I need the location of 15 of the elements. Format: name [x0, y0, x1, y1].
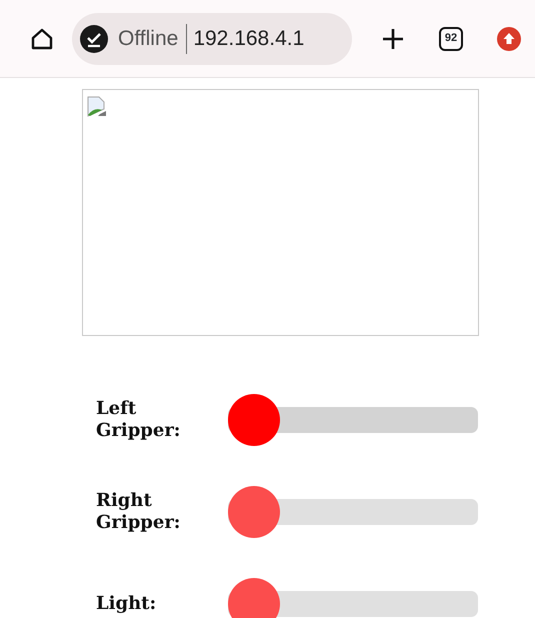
- upload-icon[interactable]: [497, 26, 521, 50]
- connection-status: Offline: [108, 24, 188, 54]
- slider-label: Light:: [96, 593, 158, 615]
- tab-count-button[interactable]: 92: [439, 26, 463, 50]
- slider-label: Left Gripper:: [96, 398, 182, 442]
- plus-icon[interactable]: [381, 26, 405, 50]
- address-bar[interactable]: Offline 192.168.4.1: [72, 12, 352, 64]
- home-icon[interactable]: [30, 26, 54, 50]
- slider-label: Right Gripper:: [96, 490, 182, 534]
- offline-icon: [80, 24, 108, 52]
- slider-thumb[interactable]: [228, 486, 280, 538]
- slider-thumb[interactable]: [228, 394, 280, 446]
- url-text: 192.168.4.1: [192, 26, 304, 52]
- slider-thumb[interactable]: [228, 578, 280, 618]
- broken-image-icon: [86, 95, 108, 117]
